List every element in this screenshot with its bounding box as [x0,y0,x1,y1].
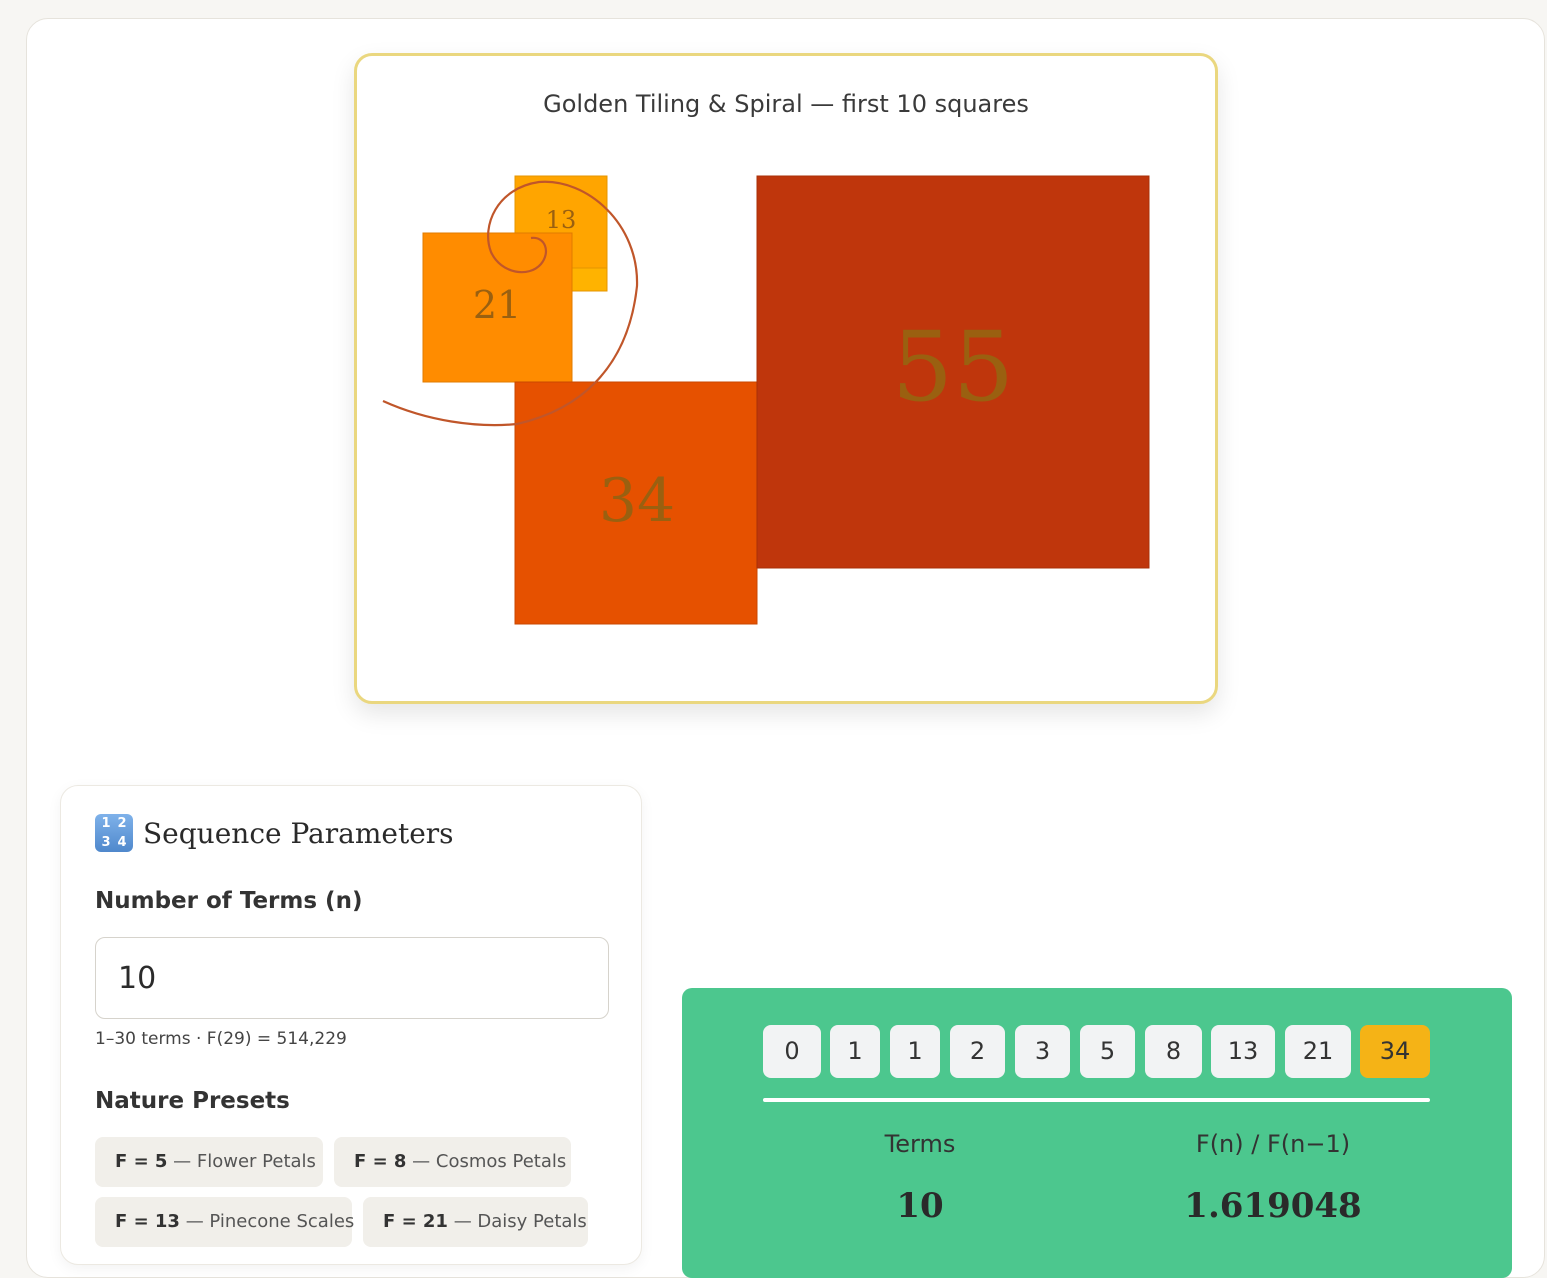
terms-stat-value: 10 [896,1186,944,1226]
sequence-chip-highlighted: 34 [1360,1025,1430,1078]
preset-key: F = 13 [115,1211,180,1232]
preset-pinecone-scales[interactable]: F = 13 — Pinecone Scales [95,1197,355,1247]
preset-cosmos-petals[interactable]: F = 8 — Cosmos Petals [334,1137,571,1187]
results-panel: 0 1 1 2 3 5 8 13 21 34 Terms 10 F(n) / F… [682,988,1512,1278]
icon-digit: 1 [101,816,111,831]
golden-tiling-canvas: 13 21 34 55 [382,175,1150,625]
preset-key: F = 5 [115,1151,168,1172]
preset-key: F = 8 [354,1151,407,1172]
preset-daisy-petals[interactable]: F = 21 — Daisy Petals [363,1197,588,1247]
number-of-terms-input[interactable] [95,937,609,1019]
square-55-label: 55 [892,311,1014,423]
results-divider [763,1098,1430,1102]
ratio-stat-label: F(n) / F(n−1) [1195,1130,1351,1158]
sequence-chip: 13 [1211,1025,1275,1078]
ratio-stat-value: 1.619048 [1184,1186,1362,1226]
sequence-chip: 5 [1080,1025,1135,1078]
sequence-chip: 3 [1015,1025,1070,1078]
preset-label: — Flower Petals [167,1151,316,1172]
preset-label: — Cosmos Petals [406,1151,567,1172]
sequence-chip: 1 [890,1025,940,1078]
sequence-parameters-panel: 1 2 3 4 Sequence Parameters Number of Te… [60,785,642,1265]
square-34-label: 34 [599,466,675,536]
sequence-chip: 8 [1145,1025,1202,1078]
preset-label: — Daisy Petals [447,1211,587,1232]
golden-tiling-panel: Golden Tiling & Spiral — first 10 square… [354,53,1218,704]
square-13-label: 13 [546,206,577,234]
input-numbers-icon: 1 2 3 4 [95,814,133,852]
sequence-chip: 1 [830,1025,880,1078]
params-heading: 1 2 3 4 Sequence Parameters [95,814,454,852]
terms-stat-label: Terms [884,1130,956,1158]
square-21-label: 21 [473,283,521,327]
sequence-chip: 0 [763,1025,821,1078]
sequence-chip: 2 [950,1025,1005,1078]
preset-flower-petals[interactable]: F = 5 — Flower Petals [95,1137,323,1187]
terms-field-label: Number of Terms (n) [95,888,363,914]
preset-key: F = 21 [383,1211,448,1232]
icon-digit: 4 [117,835,127,850]
params-title: Sequence Parameters [143,816,454,850]
icon-digit: 2 [117,816,127,831]
terms-hint: 1–30 terms · F(29) = 514,229 [95,1029,347,1049]
sequence-chip: 21 [1285,1025,1351,1078]
preset-label: — Pinecone Scales [179,1211,355,1232]
icon-digit: 3 [101,835,111,850]
nature-presets-label: Nature Presets [95,1088,290,1114]
